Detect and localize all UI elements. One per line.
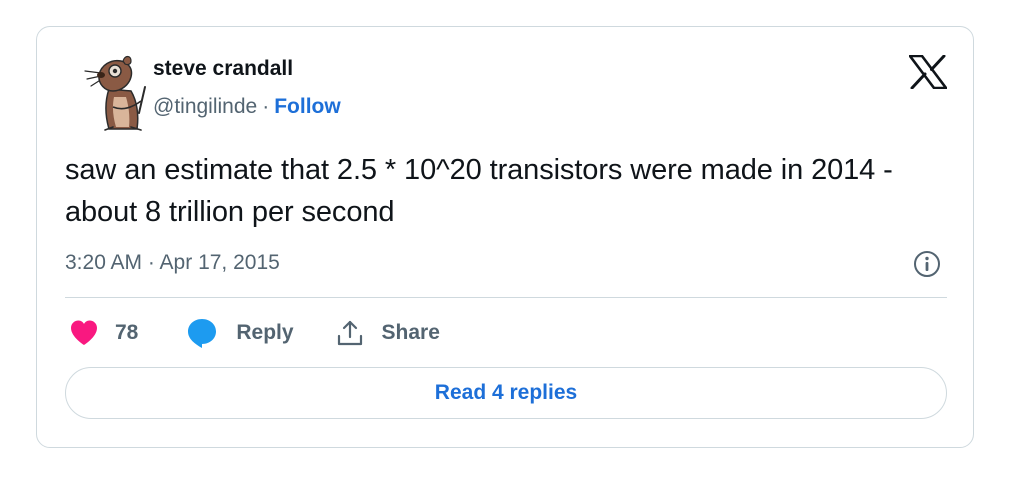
author-handle[interactable]: @tingilinde [153, 95, 257, 118]
share-upload-icon [337, 320, 362, 346]
like-count: 78 [115, 321, 139, 344]
separator-dot: · [262, 95, 270, 118]
tweet-text: saw an estimate that 2.5 * 10^20 transis… [65, 154, 893, 228]
follow-link[interactable]: Follow [274, 95, 341, 118]
tweet-timestamp[interactable]: 3:20 AM · Apr 17, 2015 [65, 251, 280, 275]
action-bar: 78 Reply Share [69, 317, 440, 349]
divider [65, 297, 947, 298]
avatar[interactable] [83, 51, 161, 131]
reply-label: Reply [236, 321, 294, 344]
tweet-card: steve crandall @tingilinde · Follow saw an… [36, 26, 974, 448]
author-name[interactable]: steve crandall [153, 57, 293, 81]
like-button[interactable]: 78 [69, 319, 138, 347]
x-logo-icon[interactable] [909, 55, 947, 89]
author-handle-row: @tingilinde · Follow [153, 95, 341, 119]
info-icon[interactable] [913, 250, 941, 278]
speech-bubble-icon [188, 319, 217, 348]
reply-button[interactable]: Reply [186, 317, 294, 349]
share-label: Share [381, 321, 440, 344]
share-button[interactable]: Share [336, 319, 440, 347]
heart-icon [71, 320, 97, 345]
read-replies-button[interactable]: Read 4 replies [65, 367, 947, 419]
